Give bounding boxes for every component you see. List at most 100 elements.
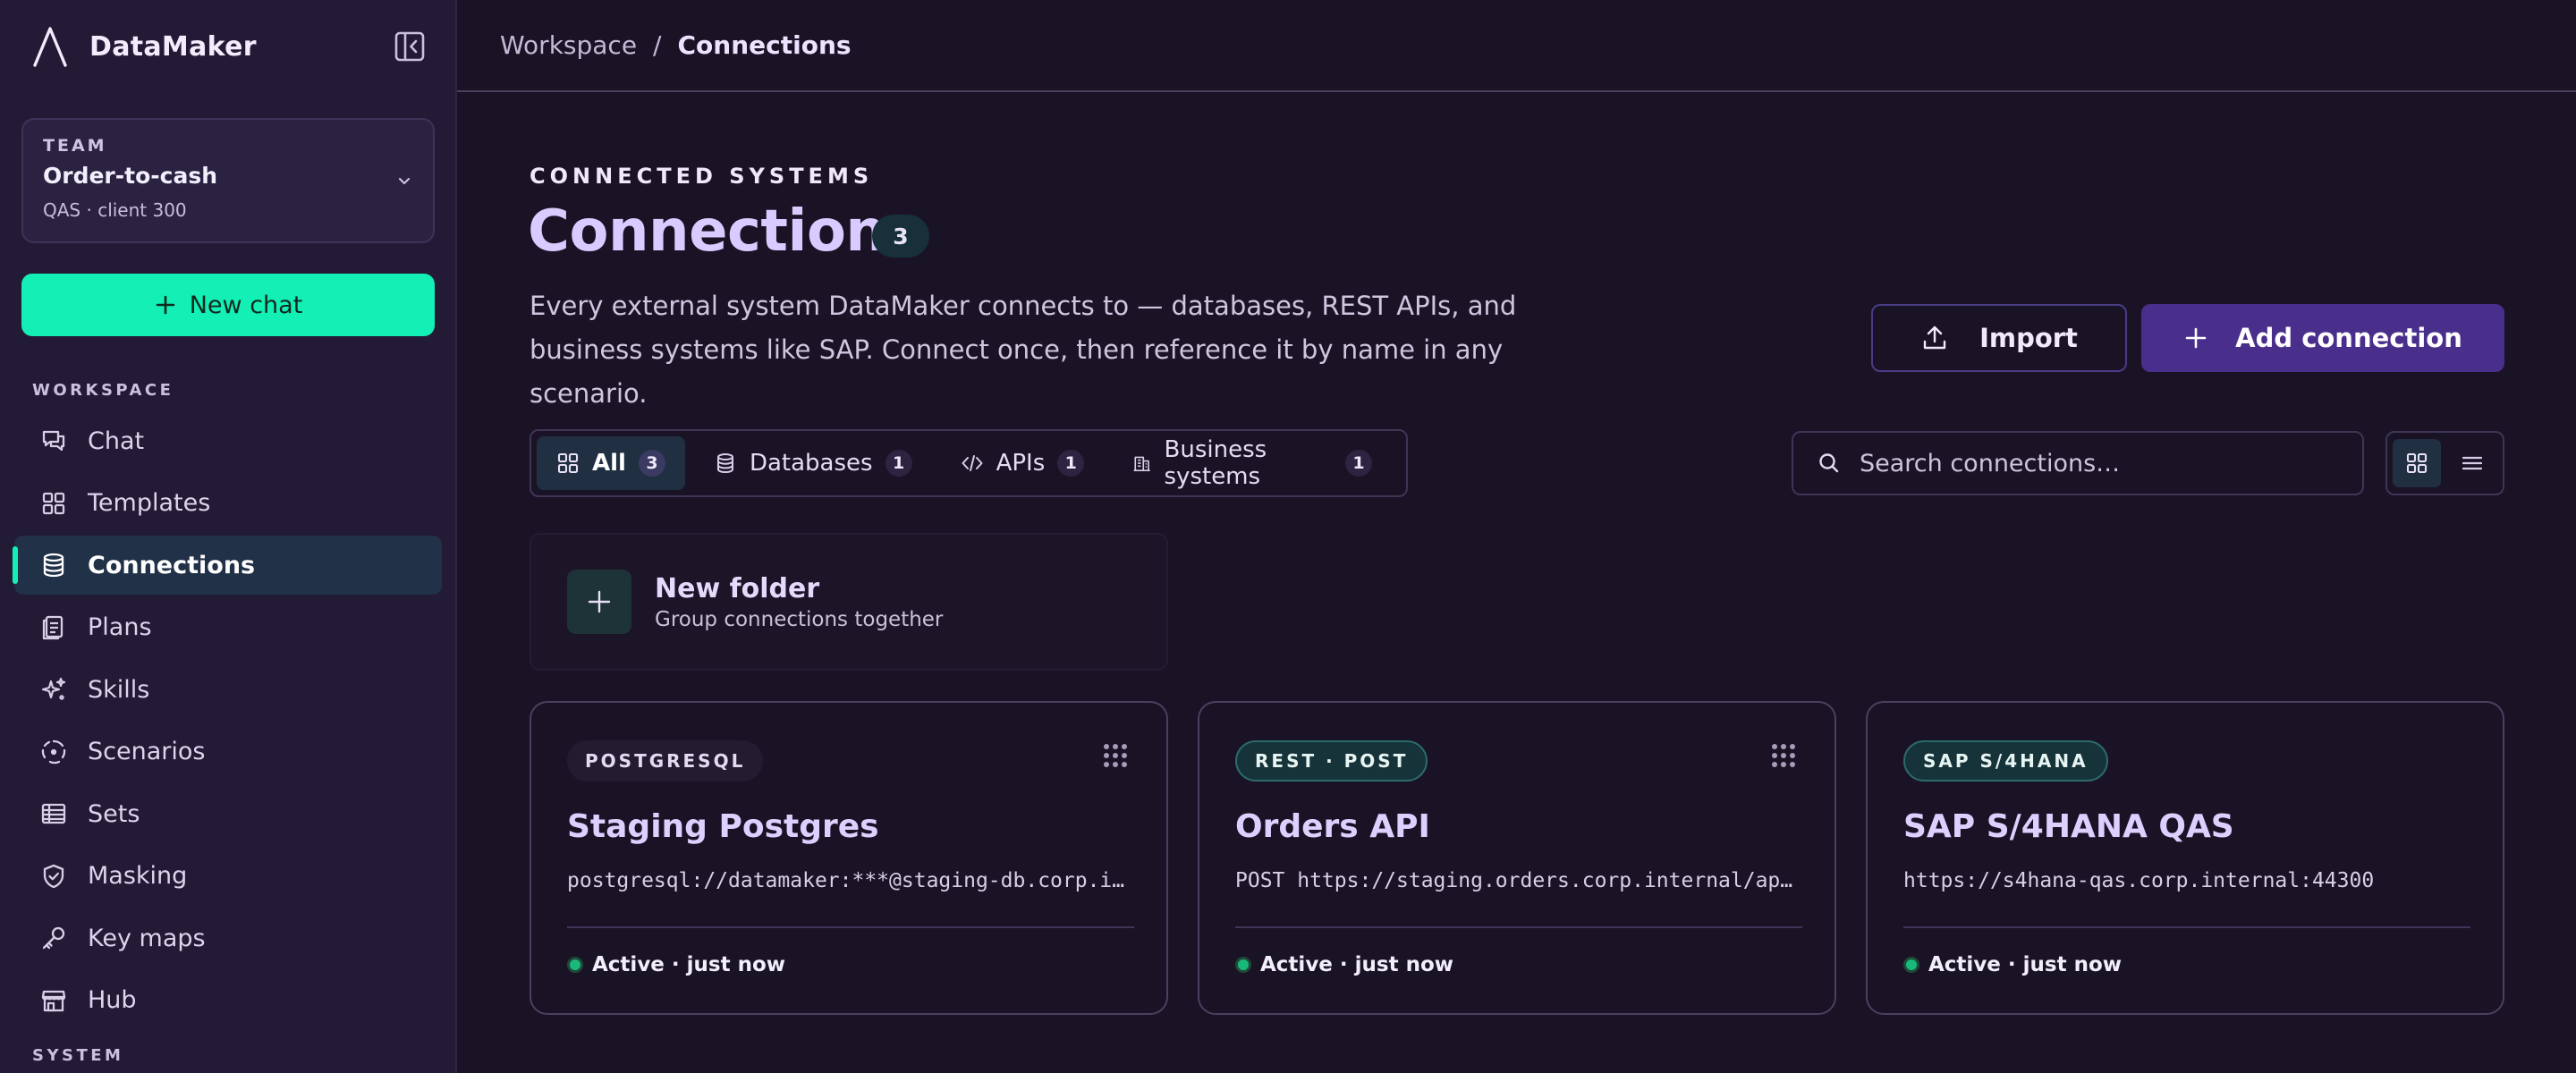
drag-handle-icon[interactable] <box>1768 740 1799 771</box>
breadcrumb: Workspace / Connections <box>457 0 2576 92</box>
sidebar-item-scenarios[interactable]: Scenarios <box>14 722 442 782</box>
team-switcher[interactable]: TEAM Order-to-cash QAS · client 300 <box>21 118 435 243</box>
new-folder-plus <box>567 570 631 634</box>
new-chat-label: New chat <box>189 291 303 319</box>
page-kicker: CONNECTED SYSTEMS <box>530 164 874 189</box>
sidebar-item-connections[interactable]: Connections <box>13 536 442 595</box>
sidebar-item-label: Masking <box>88 862 188 890</box>
team-environment: QAS · client 300 <box>43 199 187 221</box>
chevron-down-icon <box>398 177 411 185</box>
connection-url: https://s4hana-qas.corp.internal:44300 <box>1903 869 2375 892</box>
store-icon <box>41 990 66 1011</box>
plans-icon <box>42 615 64 639</box>
drag-handle-icon[interactable] <box>1100 740 1131 771</box>
upload-icon <box>1923 325 1946 350</box>
search-input[interactable] <box>1860 449 2343 477</box>
filter-all[interactable]: All 3 <box>537 436 685 490</box>
grid-icon <box>557 452 579 474</box>
workspace-section-label: WORKSPACE <box>32 381 174 400</box>
status-dot-icon <box>1235 957 1251 973</box>
view-toggle <box>2385 431 2504 495</box>
chat-icon <box>42 430 65 452</box>
connection-name: SAP S/4HANA QAS <box>1903 808 2234 845</box>
filter-business-systems[interactable]: Business systems 1 <box>1113 436 1392 490</box>
new-folder-title: New folder <box>655 572 820 604</box>
filter-count: 1 <box>885 450 912 477</box>
sidebar-item-hub[interactable]: Hub <box>14 971 442 1030</box>
divider <box>567 926 1134 928</box>
filter-label: All <box>592 450 626 477</box>
sidebar-item-templates[interactable]: Templates <box>14 474 442 533</box>
scenarios-icon <box>41 739 66 764</box>
sidebar-item-label: Templates <box>88 489 211 517</box>
new-folder-card[interactable]: New folder Group connections together <box>530 533 1168 671</box>
plus-icon <box>156 295 175 315</box>
search-box <box>1792 431 2364 495</box>
filter-apis[interactable]: APIs 1 <box>941 436 1105 490</box>
divider <box>1235 926 1802 928</box>
grid-icon <box>2406 452 2428 474</box>
status-dot-icon <box>567 957 583 973</box>
new-chat-button[interactable]: New chat <box>21 274 435 336</box>
filter-count: 1 <box>1345 450 1372 477</box>
breadcrumb-current: Connections <box>677 30 852 60</box>
filter-label: Databases <box>749 450 873 477</box>
sidebar-item-label: Scenarios <box>88 738 206 765</box>
connection-card[interactable]: REST · POST Orders API POST https://stag… <box>1198 701 1836 1015</box>
filter-label: Business systems <box>1164 436 1267 490</box>
templates-icon <box>42 492 65 514</box>
list-icon <box>2462 456 2483 470</box>
sidebar-item-label: Plans <box>88 613 152 641</box>
database-icon <box>716 453 733 474</box>
divider <box>1903 926 2470 928</box>
status-text: Active · just now <box>1260 953 1454 976</box>
sets-icon <box>41 803 66 824</box>
sidebar-item-label: Hub <box>88 986 137 1014</box>
grid-view-button[interactable] <box>2393 439 2441 487</box>
list-view-button[interactable] <box>2448 439 2496 487</box>
connection-url: postgresql://datamaker:***@staging-db.co… <box>567 869 1134 892</box>
breadcrumb-separator: / <box>653 30 662 60</box>
add-connection-button[interactable]: Add connection <box>2141 304 2504 372</box>
connection-card[interactable]: POSTGRESQL Staging Postgres postgresql:/… <box>530 701 1168 1015</box>
sidebar-item-label: Sets <box>88 799 140 828</box>
connection-type-badge: POSTGRESQL <box>567 740 764 782</box>
filter-databases[interactable]: Databases 1 <box>694 436 932 490</box>
plus-icon <box>2185 327 2207 349</box>
sidebar-item-sets[interactable]: Sets <box>14 784 442 843</box>
status-text: Active · just now <box>592 953 786 976</box>
filter-tabs: All 3 Databases 1 APIs 1 Business system… <box>530 429 1408 497</box>
connection-card[interactable]: SAP S/4HANA SAP S/4HANA QAS https://s4ha… <box>1866 701 2504 1015</box>
sidebar: DataMaker TEAM Order-to-cash QAS · clien… <box>0 0 457 1073</box>
breadcrumb-workspace[interactable]: Workspace <box>500 30 637 60</box>
connections-count-badge: 3 <box>872 215 929 258</box>
sidebar-item-plans[interactable]: Plans <box>14 598 442 657</box>
collapse-sidebar-icon[interactable] <box>394 30 426 63</box>
database-icon <box>43 553 64 578</box>
key-icon <box>42 926 65 950</box>
filter-count: 1 <box>1057 450 1085 477</box>
sidebar-item-label: Connections <box>88 551 256 579</box>
brand[interactable]: DataMaker <box>32 25 257 68</box>
sparkle-icon <box>41 677 66 700</box>
sidebar-item-masking[interactable]: Masking <box>14 847 442 906</box>
sidebar-item-chat[interactable]: Chat <box>14 411 442 470</box>
connection-url: POST https://staging.orders.corp.interna… <box>1235 869 1802 892</box>
code-icon <box>962 455 983 471</box>
sidebar-nav: Chat Templates Connections Plans Skills <box>13 411 442 1033</box>
import-button[interactable]: Import <box>1871 304 2127 372</box>
import-label: Import <box>1979 323 2078 353</box>
status-badge: Active · just now <box>1903 953 2122 976</box>
building-icon <box>1133 456 1150 471</box>
filter-label: APIs <box>996 450 1046 477</box>
sidebar-item-key-maps[interactable]: Key maps <box>14 908 442 967</box>
sidebar-item-skills[interactable]: Skills <box>14 660 442 719</box>
sidebar-item-label: Chat <box>88 427 145 455</box>
new-folder-subtitle: Group connections together <box>655 607 944 631</box>
status-badge: Active · just now <box>1235 953 1453 976</box>
sidebar-item-label: Skills <box>88 675 150 704</box>
connection-type-badge: REST · POST <box>1235 740 1428 782</box>
team-name: Order-to-cash <box>43 163 218 189</box>
sidebar-item-label: Key maps <box>88 924 206 952</box>
search-icon <box>1819 453 1839 473</box>
